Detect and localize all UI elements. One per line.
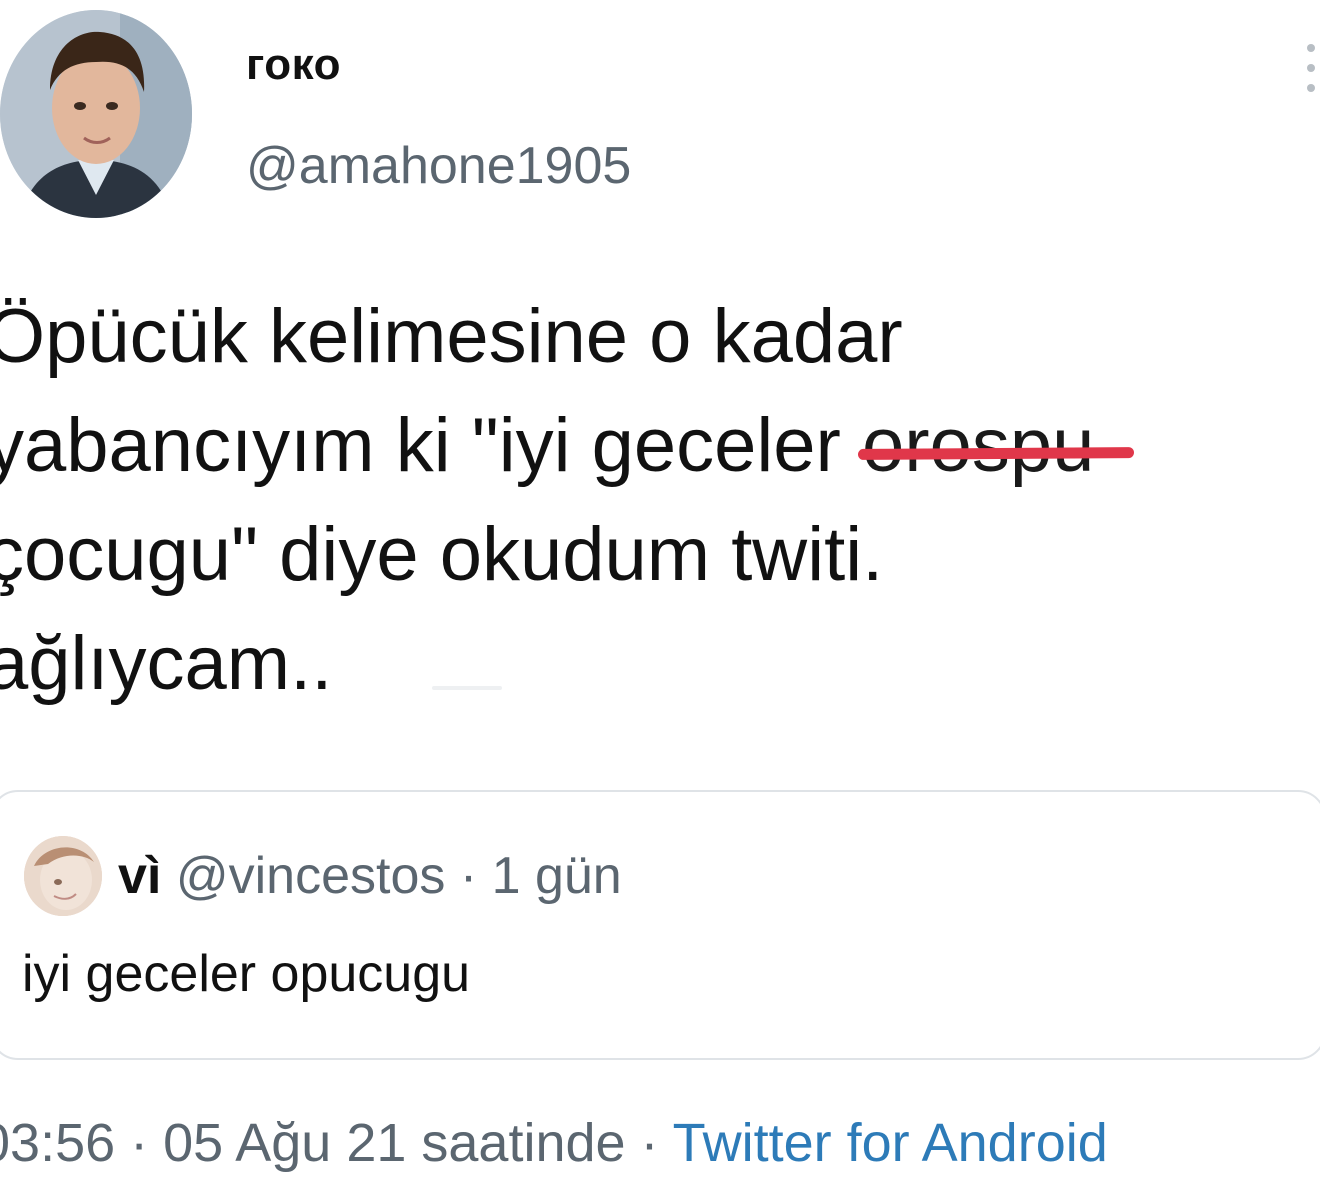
quoted-tweet-text: iyi geceler opucugu xyxy=(22,945,471,1003)
author-handle[interactable]: @amahone1905 xyxy=(246,136,631,196)
censor-strike-bar xyxy=(857,446,1135,460)
quoted-author-name[interactable]: vì xyxy=(118,847,161,905)
tweet-line: ağlıycam.. xyxy=(0,621,333,706)
quoted-timestamp[interactable]: 1 gün xyxy=(492,847,622,905)
censored-word-text: orospu xyxy=(861,403,1095,488)
tweet-line-text: yabancıyım ki "iyi geceler xyxy=(0,403,862,488)
tweet-time[interactable]: 03:56 xyxy=(0,1113,115,1173)
author-avatar[interactable] xyxy=(0,10,192,218)
quoted-author-handle[interactable]: @vincestos xyxy=(176,847,446,905)
quoted-author-avatar-image xyxy=(24,836,102,916)
author-avatar-image xyxy=(0,10,192,218)
tweet-meta: 03:56 · 05 Ağu 21 saatinde · Twitter for… xyxy=(0,1112,1108,1174)
tweet-line: yabancıyım ki "iyi geceler orospu xyxy=(0,391,1320,500)
meta-separator: · xyxy=(625,1113,673,1173)
quoted-separator: · xyxy=(445,847,492,905)
more-vertical-icon[interactable] xyxy=(1304,42,1318,94)
quoted-tweet-header: vì @vincestos · 1 gün xyxy=(118,846,622,906)
quoted-tweet-card[interactable] xyxy=(0,790,1320,1060)
quoted-author-avatar[interactable] xyxy=(24,836,102,916)
tweet-source-link[interactable]: Twitter for Android xyxy=(673,1113,1108,1173)
divider-mark xyxy=(432,686,502,690)
tweet-line: Öpücük kelimesine o kadar xyxy=(0,294,903,379)
meta-separator: · xyxy=(115,1113,164,1173)
tweet-date[interactable]: 05 Ağu 21 saatinde xyxy=(163,1113,625,1173)
tweet-line: çocugu" diye okudum twiti. xyxy=(0,512,884,597)
tweet-body: Öpücük kelimesine o kadar yabancıyım ki … xyxy=(0,282,1320,718)
censored-word: orospu xyxy=(857,391,1135,500)
author-display-name[interactable]: гоко xyxy=(246,40,341,90)
